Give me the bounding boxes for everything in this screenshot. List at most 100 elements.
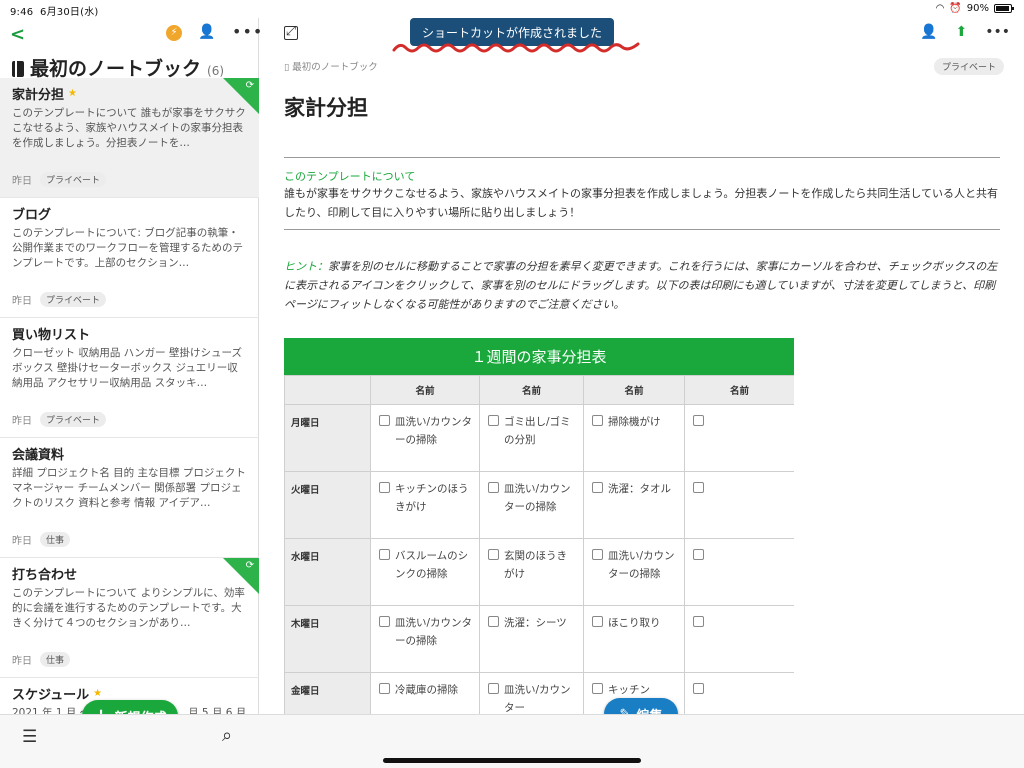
chore-cell[interactable]: ほこり取り: [583, 605, 685, 673]
search-icon[interactable]: ⌕: [222, 725, 232, 746]
note-tag: プライベート: [40, 292, 107, 307]
shortcut-icon[interactable]: ⬆: [955, 24, 967, 40]
note-tag: 仕事: [40, 652, 71, 667]
checkbox[interactable]: [693, 683, 704, 694]
alarm-icon: ⏰: [949, 3, 962, 14]
note-item[interactable]: 買い物リスト クローゼット 収納用品 ハンガー 壁掛けシューズボックス 壁掛けセ…: [0, 318, 259, 438]
note-snippet: 詳細 プロジェクト名 目的 主な目標 プロジェクトマネージャー チームメンバー …: [12, 467, 246, 509]
checkbox[interactable]: [379, 616, 390, 627]
chore-cell[interactable]: バスルームのシンクの掃除: [370, 538, 480, 606]
chore-cell[interactable]: 玄関のほうきがけ: [479, 538, 584, 606]
table-row: 木曜日 皿洗い/カウンターの掃除 洗濯：シーツ ほこり取り: [284, 605, 794, 673]
checkbox[interactable]: [488, 549, 499, 560]
hint-label: ヒント：: [284, 260, 328, 273]
checkbox[interactable]: [379, 683, 390, 694]
note-title: 買い物リスト: [12, 328, 91, 343]
note-item[interactable]: ⟳ 打ち合わせ このテンプレートについて よりシンプルに、効率的に会議を進行する…: [0, 558, 259, 678]
chore-cell[interactable]: [684, 471, 794, 539]
note-date: 昨日: [12, 416, 32, 427]
bolt-icon[interactable]: ⚡: [166, 25, 182, 41]
notebook-title: 最初のノートブック: [30, 58, 202, 80]
chore-cell[interactable]: 皿洗い/カウンターの掃除: [479, 471, 584, 539]
checkbox[interactable]: [488, 616, 499, 627]
checkbox[interactable]: [488, 482, 499, 493]
star-icon: ★: [93, 688, 103, 699]
home-indicator[interactable]: [383, 758, 641, 763]
bottom-bar: ☰ ⌕: [0, 714, 1024, 768]
checkbox[interactable]: [592, 616, 603, 627]
more-icon[interactable]: •••: [232, 22, 263, 41]
table-row: 火曜日 キッチンのほうきがけ 皿洗い/カウンターの掃除 洗濯：タオル: [284, 471, 794, 539]
hint-body: 家事を別のセルに移動することで家事の分担を素早く変更できます。これを行うには、家…: [284, 260, 998, 311]
note-date: 昨日: [12, 296, 32, 307]
chore-cell[interactable]: 皿洗い/カウンターの掃除: [370, 404, 480, 472]
checkbox[interactable]: [379, 482, 390, 493]
notebook-title-row: 最初のノートブック (6): [12, 54, 224, 81]
checkbox[interactable]: [693, 415, 704, 426]
notebook-icon: [12, 61, 24, 77]
table-header-row: 名前 名前 名前 名前: [284, 375, 794, 405]
chore-cell[interactable]: キッチンのほうきがけ: [370, 471, 480, 539]
checkbox[interactable]: [592, 482, 603, 493]
note-tag: プライベート: [40, 412, 107, 427]
divider: [284, 157, 1000, 158]
chore-cell[interactable]: 皿洗い/カウンター: [479, 672, 584, 714]
note-tag: 仕事: [40, 532, 71, 547]
chore-cell[interactable]: [684, 605, 794, 673]
status-time: 9:46 6月30日(水): [10, 7, 99, 18]
note-date: 昨日: [12, 176, 32, 187]
breadcrumb[interactable]: ▯ 最初のノートブック: [284, 59, 378, 73]
chore-cell[interactable]: ゴミ出し/ゴミの分別: [479, 404, 584, 472]
sidebar-header: < ⚡ 👤 •••: [0, 18, 262, 48]
menu-icon[interactable]: ☰: [22, 727, 37, 747]
wifi-icon: ◠: [935, 3, 945, 14]
checkbox[interactable]: [488, 683, 499, 694]
chore-cell[interactable]: [684, 404, 794, 472]
add-user-icon[interactable]: 👤: [198, 24, 215, 40]
share-user-icon[interactable]: 👤: [920, 24, 937, 40]
status-right: ◠ ⏰ 90%: [935, 3, 1014, 14]
chore-cell[interactable]: [684, 538, 794, 606]
table-header: [284, 375, 371, 405]
checkbox[interactable]: [488, 415, 499, 426]
chore-cell[interactable]: 洗濯：タオル: [583, 471, 685, 539]
expand-icon[interactable]: ⤢: [284, 25, 298, 40]
checkbox[interactable]: [693, 549, 704, 560]
chore-grid: 名前 名前 名前 名前 月曜日 皿洗い/カウンターの掃除 ゴミ出し/ゴミの分別 …: [284, 375, 794, 714]
table-header: 名前: [370, 375, 480, 405]
note-title[interactable]: 家計分担: [284, 92, 368, 122]
day-cell: 木曜日: [284, 605, 371, 673]
chore-cell[interactable]: 冷蔵庫の掃除: [370, 672, 480, 714]
checkbox[interactable]: [592, 415, 603, 426]
note-item[interactable]: 会議資料 詳細 プロジェクト名 目的 主な目標 プロジェクトマネージャー チーム…: [0, 438, 259, 558]
chore-cell[interactable]: [684, 672, 794, 714]
note-tag: プライベート: [40, 172, 107, 187]
chore-cell[interactable]: 皿洗い/カウンターの掃除: [370, 605, 480, 673]
chore-cell[interactable]: 洗濯：シーツ: [479, 605, 584, 673]
checkbox[interactable]: [379, 415, 390, 426]
note-item[interactable]: ⟳ 家計分担 ★ このテンプレートについて 誰もが家事をサクサクこなせるよう、家族…: [0, 78, 259, 198]
note-snippet: このテンプレートについて よりシンプルに、効率的に会議を進行するためのテンプレー…: [12, 587, 245, 629]
chore-cell[interactable]: 皿洗い/カウンターの掃除: [583, 538, 685, 606]
checkbox[interactable]: [379, 549, 390, 560]
note-editor: ⤢ ショートカットが作成されました 👤 ⬆ ••• ▯ 最初のノートブック プラ…: [260, 18, 1024, 730]
day-cell: 火曜日: [284, 471, 371, 539]
table-row: 水曜日 バスルームのシンクの掃除 玄関のほうきがけ 皿洗い/カウンターの掃除: [284, 538, 794, 606]
checkbox[interactable]: [693, 482, 704, 493]
back-chevron-icon[interactable]: <: [10, 24, 25, 45]
chore-cell[interactable]: 掃除機がけ: [583, 404, 685, 472]
privacy-badge[interactable]: プライベート: [933, 58, 1004, 75]
note-title: 家計分担: [12, 88, 65, 103]
table-title: １週間の家事分担表: [284, 338, 794, 375]
checkbox[interactable]: [592, 683, 603, 694]
note-title: ブログ: [12, 208, 52, 223]
note-list-sidebar: < ⚡ 👤 ••• 最初のノートブック (6) ⟳ 家計分担 ★ このテンプレート…: [0, 18, 262, 719]
notebook-small-icon: ▯: [284, 62, 293, 73]
note-item[interactable]: ブログ このテンプレートについて: ブログ記事の執筆・公開作業までのワークフロー…: [0, 198, 259, 318]
checkbox[interactable]: [693, 616, 704, 627]
table-row: 月曜日 皿洗い/カウンターの掃除 ゴミ出し/ゴミの分別 掃除機がけ: [284, 404, 794, 472]
more-icon[interactable]: •••: [985, 24, 1010, 40]
checkbox[interactable]: [592, 549, 603, 560]
note-snippet: このテンプレートについて: ブログ記事の執筆・公開作業までのワークフローを管理す…: [12, 227, 243, 269]
day-cell: 月曜日: [284, 404, 371, 472]
